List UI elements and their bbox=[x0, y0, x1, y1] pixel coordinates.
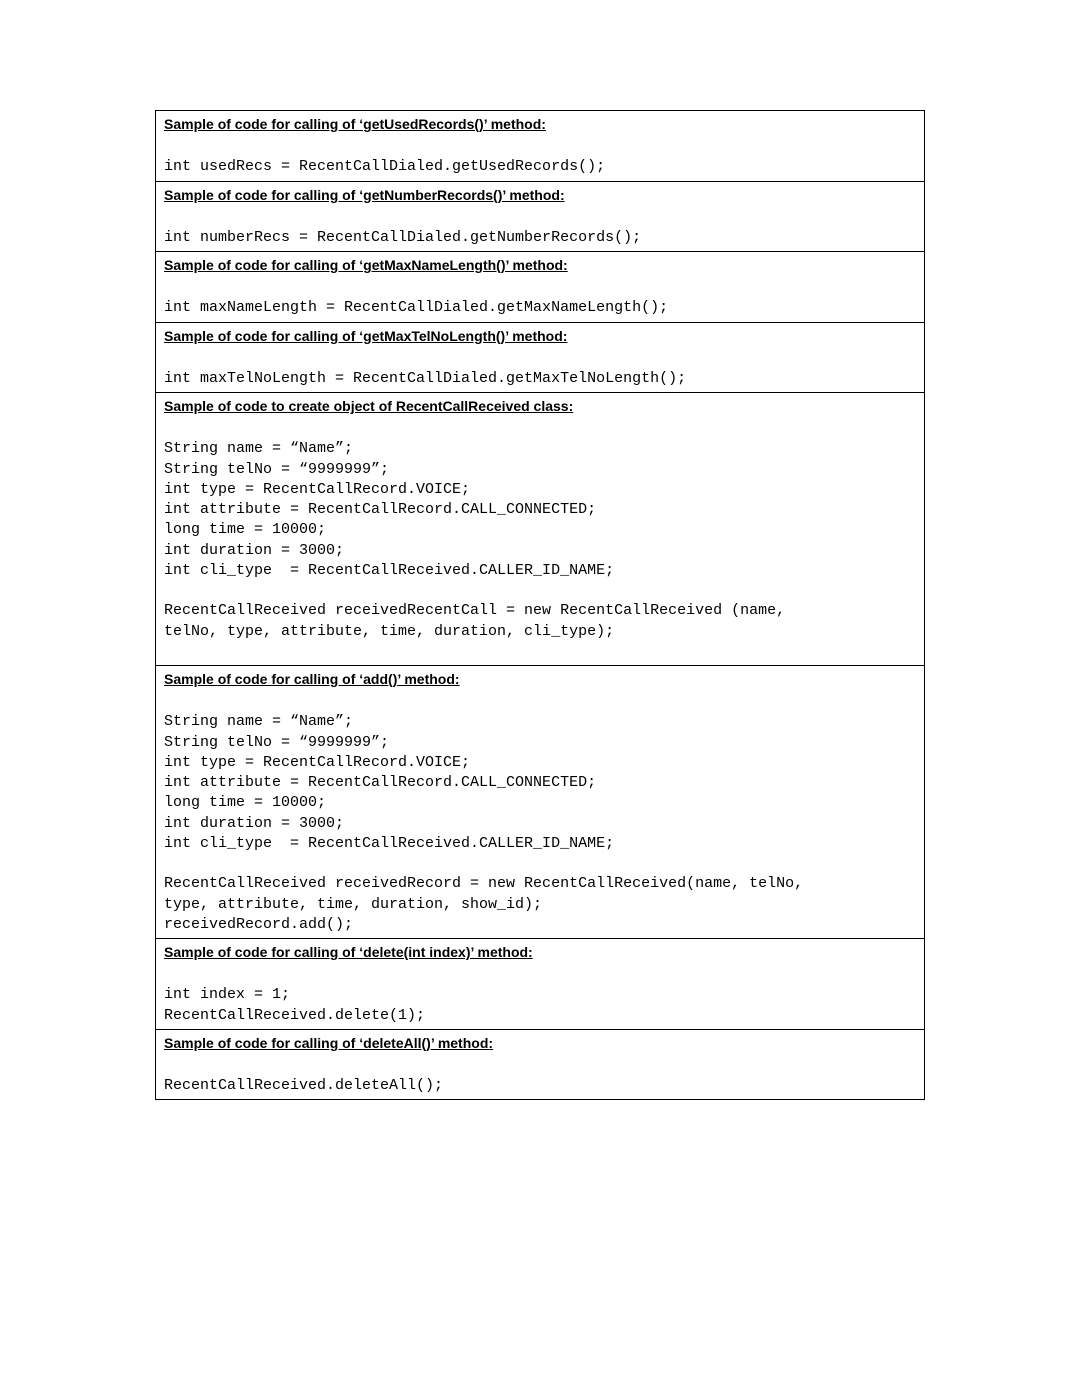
code-getmaxnamelength: int maxNameLength = RecentCallDialed.get… bbox=[156, 278, 924, 322]
code-getmaxtelnolength: int maxTelNoLength = RecentCallDialed.ge… bbox=[156, 349, 924, 393]
code-getnumberrecords: int numberRecs = RecentCallDialed.getNum… bbox=[156, 208, 924, 252]
heading-getnumberrecords: Sample of code for calling of ‘getNumber… bbox=[156, 182, 924, 208]
heading-getmaxnamelength: Sample of code for calling of ‘getMaxNam… bbox=[156, 252, 924, 278]
heading-getusedrecords: Sample of code for calling of ‘getUsedRe… bbox=[156, 111, 924, 137]
heading-getmaxtelnolength: Sample of code for calling of ‘getMaxTel… bbox=[156, 323, 924, 349]
heading-deleteall: Sample of code for calling of ‘deleteAll… bbox=[156, 1030, 924, 1056]
heading-create-recentcallreceived: Sample of code to create object of Recen… bbox=[156, 393, 924, 419]
code-create-recentcallreceived: String name = “Name”; String telNo = “99… bbox=[156, 419, 924, 665]
code-deleteall: RecentCallReceived.deleteAll(); bbox=[156, 1056, 924, 1100]
code-getusedrecords: int usedRecs = RecentCallDialed.getUsedR… bbox=[156, 137, 924, 181]
heading-delete: Sample of code for calling of ‘delete(in… bbox=[156, 939, 924, 965]
code-box: Sample of code for calling of ‘getUsedRe… bbox=[155, 110, 925, 1100]
code-delete: int index = 1; RecentCallReceived.delete… bbox=[156, 965, 924, 1029]
code-add: String name = “Name”; String telNo = “99… bbox=[156, 692, 924, 938]
heading-add: Sample of code for calling of ‘add()’ me… bbox=[156, 666, 924, 692]
